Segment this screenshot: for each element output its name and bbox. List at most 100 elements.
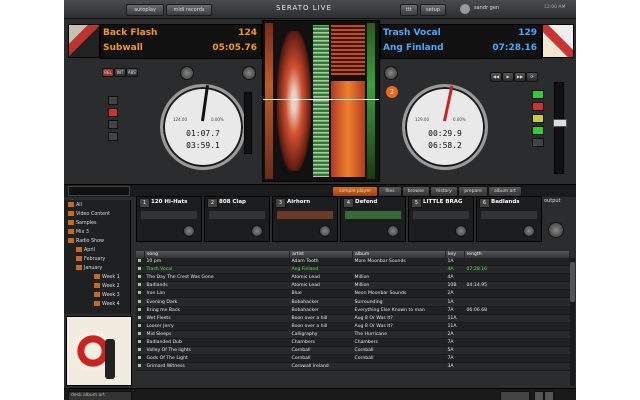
sample-slot-1[interactable]: 1 120 Hi-Hats xyxy=(136,196,202,242)
cell-key: 1A xyxy=(445,297,465,307)
sidebar-item-week-1[interactable]: Week 1 xyxy=(94,274,120,280)
table-row[interactable]: Gods Of The Light Cornball Cornball 7A xyxy=(136,354,570,364)
setup-button[interactable]: setup xyxy=(420,4,446,16)
column-key[interactable]: key xyxy=(445,251,465,258)
waveform-overview[interactable] xyxy=(262,20,380,182)
deck-left-abs-button[interactable]: ABS xyxy=(126,68,138,77)
sidebar-item-february[interactable]: February xyxy=(76,256,105,262)
cell-artist: Chambers xyxy=(289,338,353,348)
table-row[interactable]: Evening Dark Bobahacker Surrounding 1A xyxy=(136,297,570,307)
deck-right-eject-button[interactable] xyxy=(384,66,398,80)
grid-view-button[interactable] xyxy=(544,391,554,400)
sample-gain-knob[interactable] xyxy=(523,225,535,237)
cell-song: Badlands xyxy=(144,281,290,291)
sample-slot-6[interactable]: 6 Badlands xyxy=(476,196,542,242)
deck-right-elapsed: 00:29.9 xyxy=(428,129,462,138)
sample-gain-knob[interactable] xyxy=(387,225,399,237)
cell-song: Bring me Back xyxy=(144,306,290,315)
deck-right-next-button[interactable]: ▶▶ xyxy=(514,72,526,82)
sample-waveform xyxy=(413,211,469,219)
deck-left-platter[interactable]: 124.00 0.00% 01:07.7 03:59.1 xyxy=(160,84,246,170)
sidebar-item-week-3[interactable]: Week 3 xyxy=(94,292,120,298)
scrollbar-thumb[interactable] xyxy=(570,262,575,302)
sample-gain-knob[interactable] xyxy=(455,225,467,237)
deck-right-play-button[interactable]: ▶ xyxy=(502,72,514,82)
deck-left-close-button[interactable] xyxy=(242,66,256,80)
cell-key: 7A xyxy=(445,306,465,315)
cell-song: Looser Jerry xyxy=(144,322,290,331)
output-knob[interactable] xyxy=(548,222,564,238)
album-art-toggle[interactable]: desk album art xyxy=(68,391,132,400)
cell-key: 2A xyxy=(445,330,465,339)
table-row[interactable]: Iron Lan Blue Neon Moonbar Sounds 2A xyxy=(136,289,570,299)
autoplay-button[interactable]: autoplay xyxy=(126,4,164,16)
sidebar-item-samples[interactable]: Samples xyxy=(68,220,97,226)
deck-right-pitch-handle[interactable] xyxy=(553,119,567,127)
sample-gain-knob[interactable] xyxy=(183,225,195,237)
search-input[interactable]: ⌕ xyxy=(68,186,130,204)
user-avatar-icon xyxy=(460,4,470,14)
table-row[interactable]: Valley Of The lights Cornball Cornball 5A xyxy=(136,346,570,356)
sidebar-item-week-4[interactable]: Week 4 xyxy=(94,301,120,307)
deck-right-prev-button[interactable]: ◀◀ xyxy=(490,72,502,82)
cell-song: 10 pm xyxy=(144,258,290,267)
cell-length: 06:06.68 xyxy=(464,306,570,315)
table-row[interactable]: Bring me Back Bobahacker Everything Else K… xyxy=(136,306,570,315)
deck-right-platter[interactable]: 129.00 0.00% 00:29.9 06:58.2 xyxy=(402,84,488,170)
column-song[interactable]: song xyxy=(144,251,290,258)
sidebar-item-mix-3[interactable]: Mix 3 xyxy=(68,229,89,235)
track-list-scrollbar[interactable] xyxy=(570,258,575,386)
column-artist[interactable]: artist xyxy=(289,251,353,258)
sample-slot-number: 3 xyxy=(275,198,286,208)
cell-key: 11A xyxy=(445,314,465,323)
cell-length xyxy=(464,362,570,372)
deck-right-platter-remaining: 06:58.2 xyxy=(428,141,462,150)
deck-right-pitch-slider[interactable] xyxy=(553,82,567,174)
table-row[interactable]: The Day The Crest Was Gone Atomic Lead Mil… xyxy=(136,273,570,283)
sample-slot-3[interactable]: 3 Airhorn xyxy=(272,196,338,242)
deck-left-sync-button[interactable]: REL xyxy=(102,68,114,77)
sample-slot-5[interactable]: 5 LITTLE BRAG xyxy=(408,196,474,242)
zoom-slider[interactable] xyxy=(500,391,530,400)
cell-key: 4A xyxy=(445,273,465,283)
waveform-beatgrid xyxy=(313,25,329,177)
sidebar-item-january[interactable]: January xyxy=(76,265,102,271)
table-row[interactable]: Badlanded Dub Chambers Chambers 7A xyxy=(136,338,570,348)
sample-slot-number: 5 xyxy=(411,198,422,208)
deck-left-eject-button[interactable] xyxy=(180,66,194,80)
sidebar-item-radio-show[interactable]: Radio Show xyxy=(68,238,104,244)
table-row[interactable]: Wet Fleets Boon over a hill Aug 8 Or Was I… xyxy=(136,314,570,323)
cell-artist: Cornwall Ireland xyxy=(289,362,353,372)
sidebar-item-april[interactable]: April xyxy=(76,247,95,253)
table-row[interactable]: Badlands Atomic Lead Million 10B 04:14.95 xyxy=(136,281,570,291)
ttt-button[interactable]: ttt xyxy=(400,4,418,16)
table-row[interactable]: Mid Sleeps Calligraphy The Hurricane 2A xyxy=(136,330,570,339)
column-length[interactable]: length xyxy=(464,251,570,258)
midi-records-button[interactable]: midi records xyxy=(166,4,212,16)
table-row[interactable]: Looser Jerry Boon over a hill Aug 8 Or Was… xyxy=(136,322,570,331)
table-row[interactable]: Grimard Witness Cornwall Ireland 3A xyxy=(136,362,570,372)
sample-slot-2[interactable]: 2 808 Clap xyxy=(204,196,270,242)
top-bar: autoplay midi records SERATO LIVE ttt se… xyxy=(64,0,576,19)
deck-right-loop-button[interactable]: ⟳ xyxy=(526,72,538,82)
sidebar-item-week-2[interactable]: Week 2 xyxy=(94,283,120,289)
cell-artist: Boon over a hill xyxy=(289,322,353,331)
column-album[interactable]: album xyxy=(352,251,446,258)
sample-slot-4[interactable]: 4 Defend xyxy=(340,196,406,242)
track-list-header: song artist album key length xyxy=(136,251,570,258)
table-row[interactable]: Trash Vocal Ang Finland 4A 07:28.16 xyxy=(136,265,570,275)
list-view-button[interactable] xyxy=(534,391,544,400)
sample-gain-knob[interactable] xyxy=(251,225,263,237)
deck-left-int-button[interactable]: INT xyxy=(114,68,126,77)
sidebar-item-all[interactable]: All xyxy=(68,202,82,208)
sample-name: 120 Hi-Hats xyxy=(151,199,188,205)
deck-left-pitch-slider[interactable] xyxy=(244,92,252,154)
deck-right-info: Trash Vocal Ang Finland 129 07:28.16 xyxy=(380,24,542,59)
sample-gain-knob[interactable] xyxy=(319,225,331,237)
sidebar-item-video-content[interactable]: Video Content xyxy=(68,211,110,217)
deck-left-album-art xyxy=(68,24,100,58)
table-row[interactable]: 10 pm Adam Tooth More Moonbar Sounds 1A xyxy=(136,258,570,267)
cell-artist: Blue xyxy=(289,289,353,299)
cell-song: Valley Of The lights xyxy=(144,346,290,356)
sample-waveform xyxy=(345,211,401,219)
